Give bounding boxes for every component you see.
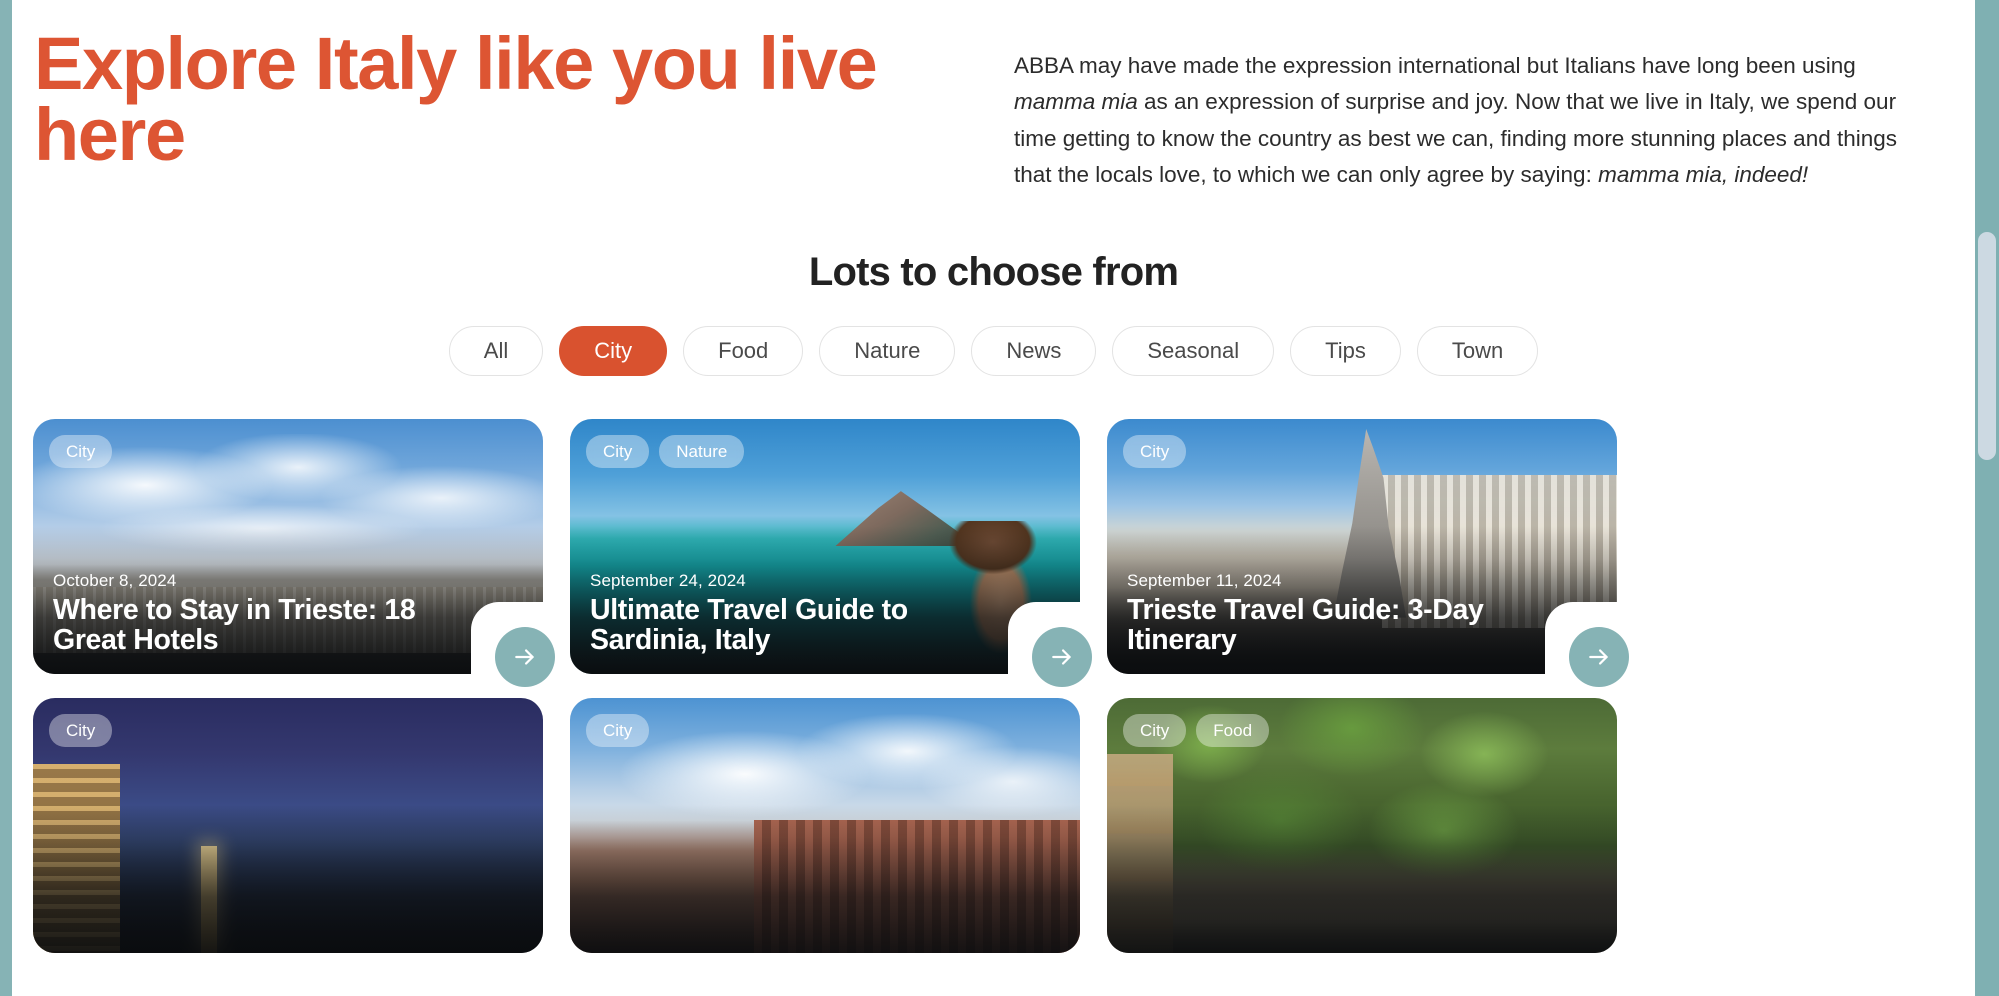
article-card-tag-list: City Nature: [586, 434, 745, 468]
filter-pill-seasonal[interactable]: Seasonal: [1112, 325, 1275, 376]
article-card[interactable]: City September 11, 2024 Trieste Travel Gui…: [1107, 418, 1641, 698]
article-card-date: September 24, 2024: [590, 570, 746, 590]
hero-paragraph-run: ABBA may have made the expression intern…: [1014, 53, 1856, 78]
article-card-tag-list: City: [49, 434, 113, 468]
article-card-text: September 11, 2024 Trieste Travel Guide: …: [1127, 571, 1539, 656]
hero-section: Explore Italy like you live here ABBA ma…: [12, 0, 1975, 194]
article-card-title: Trieste Travel Guide: 3-Day Itinerary: [1127, 593, 1484, 656]
browser-viewport: Explore Italy like you live here ABBA ma…: [0, 0, 1999, 996]
article-card-read-more-button[interactable]: [495, 626, 555, 687]
scrollbar-thumb[interactable]: [1978, 232, 1996, 460]
vertical-scrollbar[interactable]: [1975, 0, 1999, 996]
article-tag-city[interactable]: City: [49, 434, 113, 468]
filter-pill-city[interactable]: City: [559, 325, 668, 376]
arrow-right-icon: [1589, 649, 1608, 665]
article-tag-city[interactable]: City: [586, 434, 650, 468]
filter-pill-town[interactable]: Town: [1416, 325, 1539, 376]
article-card-gradient-overlay: [1107, 804, 1617, 953]
page-title: Explore Italy like you live here: [34, 22, 878, 177]
article-card-title: Ultimate Travel Guide to Sardinia, Italy: [590, 593, 908, 656]
category-filter-bar: All City Food Nature News Seasonal Tips Town: [12, 325, 1975, 376]
hero-left-column: Explore Italy like you live here: [34, 22, 914, 177]
arrow-right-icon: [1052, 649, 1071, 665]
article-card-tag-list: City Food: [1123, 713, 1270, 747]
section-header: Lots to choose from: [12, 250, 1975, 295]
page-left-edge-strip: [0, 0, 12, 996]
article-card-tag-list: City: [49, 713, 113, 747]
article-tag-city[interactable]: City: [1123, 434, 1187, 468]
arrow-right-icon: [515, 649, 534, 665]
filter-pill-tips[interactable]: Tips: [1290, 325, 1401, 376]
article-card[interactable]: City October 8, 2024 Where to Stay in Trie…: [33, 418, 567, 698]
hero-right-column: ABBA may have made the expression intern…: [1014, 28, 1951, 194]
article-card-date: October 8, 2024: [53, 570, 177, 590]
article-card[interactable]: City: [570, 697, 1080, 953]
article-card[interactable]: City: [33, 697, 543, 953]
article-card-title: Where to Stay in Trieste: 18 Great Hotel…: [53, 593, 416, 656]
article-card[interactable]: City Food: [1107, 697, 1617, 953]
article-tag-city[interactable]: City: [586, 713, 650, 747]
article-tag-nature[interactable]: Nature: [659, 434, 745, 468]
filter-pill-news[interactable]: News: [971, 325, 1097, 376]
article-card[interactable]: City Nature September 24, 2024 Ultimate Tra…: [570, 418, 1104, 698]
article-card-text: September 24, 2024 Ultimate Travel Guide …: [590, 571, 1002, 656]
hero-paragraph-emphasis: mamma mia: [1014, 89, 1138, 115]
hero-paragraph: ABBA may have made the expression intern…: [1014, 48, 1921, 194]
article-card-tag-list: City: [586, 713, 650, 747]
filter-pill-nature[interactable]: Nature: [819, 325, 956, 376]
article-card-tag-list: City: [1123, 434, 1187, 468]
article-card-read-more-button[interactable]: [1032, 626, 1092, 687]
article-card-date: September 11, 2024: [1127, 570, 1282, 590]
article-tag-food[interactable]: Food: [1196, 713, 1270, 747]
article-card-read-more-button[interactable]: [1569, 626, 1629, 687]
filter-pill-all[interactable]: All: [448, 325, 544, 376]
article-tag-city[interactable]: City: [1123, 713, 1187, 747]
filter-pill-food[interactable]: Food: [683, 325, 804, 376]
article-grid-row-1: City October 8, 2024 Where to Stay in Trie…: [12, 418, 1975, 698]
article-card-gradient-overlay: [570, 804, 1080, 953]
hero-paragraph-emphasis: mamma mia, indeed!: [1598, 162, 1809, 188]
article-card-gradient-overlay: [33, 804, 543, 953]
article-tag-city[interactable]: City: [49, 713, 113, 747]
page-content: Explore Italy like you live here ABBA ma…: [12, 0, 1975, 996]
section-title: Lots to choose from: [808, 249, 1179, 294]
article-grid-row-2: City City City Food: [12, 697, 1975, 953]
article-card-text: October 8, 2024 Where to Stay in Trieste:…: [53, 571, 465, 656]
